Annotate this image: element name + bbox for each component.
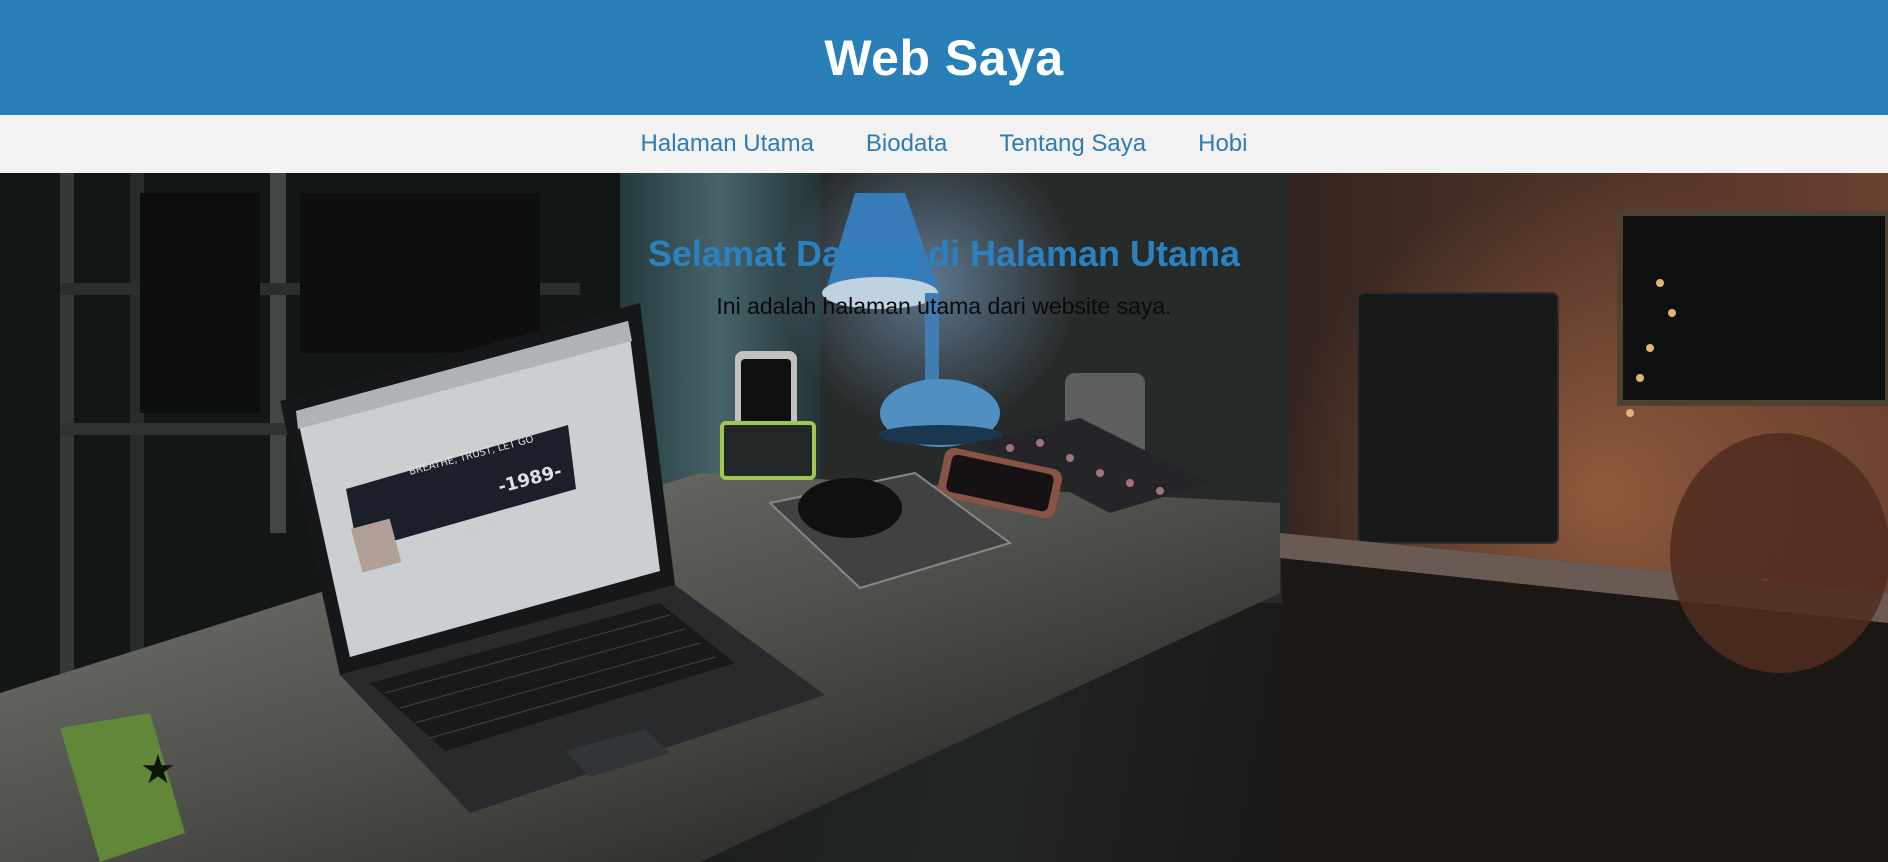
hero-subtext: Ini adalah halaman utama dari website sa…: [716, 293, 1172, 319]
nav-link-tentang-saya[interactable]: Tentang Saya: [999, 130, 1146, 158]
hero-section: BREATHE, TRUST, LET GO -1989- Trần Hoàng…: [0, 173, 1888, 862]
hero-heading: Selamat Datang di Halaman Utama: [647, 233, 1241, 274]
nav-link-halaman-utama[interactable]: Halaman Utama: [641, 130, 814, 158]
site-header: Web Saya: [0, 0, 1888, 115]
nav-bar: Halaman Utama Biodata Tentang Saya Hobi: [0, 115, 1888, 173]
site-title: Web Saya: [824, 29, 1064, 86]
hero-text: Selamat Datang di Halaman Utama Ini adal…: [0, 233, 1888, 320]
nav-link-biodata[interactable]: Biodata: [866, 130, 947, 158]
nav-link-hobi[interactable]: Hobi: [1198, 130, 1247, 158]
